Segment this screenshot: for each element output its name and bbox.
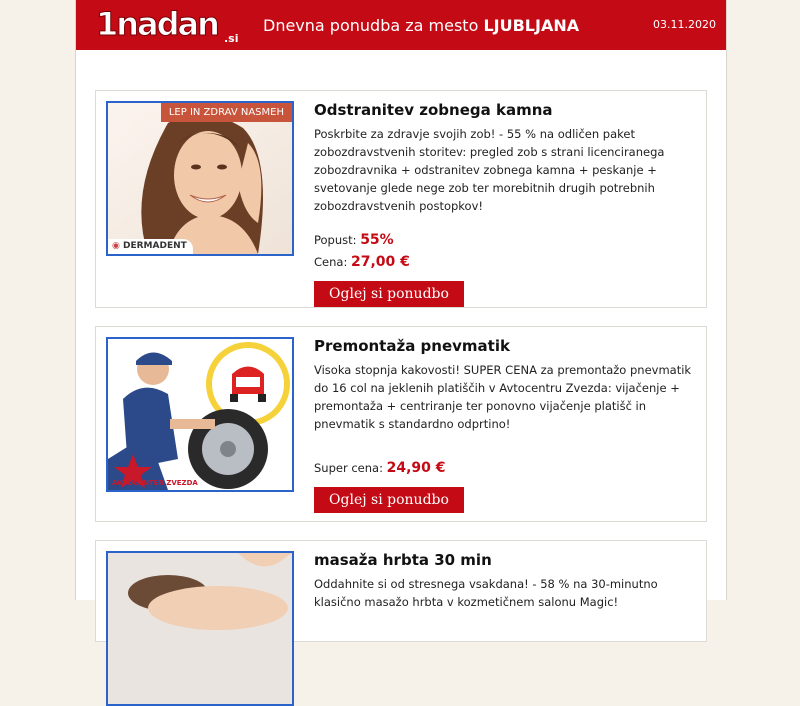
header-title: Dnevna ponudba za mesto LJUBLJANA: [263, 16, 579, 35]
offer-title[interactable]: masaža hrbta 30 min: [314, 551, 699, 569]
offer-content: masaža hrbta 30 min Oddahnite si od stre…: [314, 551, 699, 611]
discount-row: Popust: 55%: [314, 229, 699, 251]
view-offer-button[interactable]: Oglej si ponudbo: [314, 281, 464, 307]
price-row: Super cena: 24,90 €: [314, 457, 699, 479]
offer-image[interactable]: AVTOCENTER ZVEZDA: [106, 337, 294, 492]
offer-description: Visoka stopnja kakovosti! SUPER CENA za …: [314, 363, 692, 431]
site-logo[interactable]: 1nadan .si: [96, 6, 246, 46]
offer-title[interactable]: Premontaža pnevmatik: [314, 337, 699, 355]
logo-text: 1nadan: [96, 6, 218, 43]
discount-value: 55%: [360, 232, 394, 248]
offer-image[interactable]: [106, 551, 294, 706]
price-value: 27,00 €: [350, 254, 410, 270]
logo-suffix: .si: [224, 32, 239, 45]
offer-content: Odstranitev zobnega kamna Poskrbite za z…: [314, 101, 699, 307]
back-massage-image: [108, 553, 292, 704]
price-label: Super cena:: [314, 461, 383, 475]
mechanic-tire-image: [108, 339, 292, 490]
woman-smiling-image: [108, 103, 292, 254]
header-city: LJUBLJANA: [483, 16, 580, 35]
discount-label: Popust:: [314, 233, 357, 247]
price-label: Cena:: [314, 255, 348, 269]
brand-icon: ◉: [112, 241, 123, 251]
price-row: Cena: 27,00 €: [314, 251, 699, 273]
image-tag: LEP IN ZDRAV NASMEH: [160, 103, 292, 122]
offer-title[interactable]: Odstranitev zobnega kamna: [314, 101, 699, 119]
offer-content: Premontaža pnevmatik Visoka stopnja kako…: [314, 337, 699, 513]
offer-description: Oddahnite si od stresnega vsakdana! - 58…: [314, 577, 658, 609]
view-offer-button[interactable]: Oglej si ponudbo: [314, 487, 464, 513]
header-bar: 1nadan .si Dnevna ponudba za mesto LJUBL…: [76, 0, 726, 50]
price-value: 24,90 €: [386, 460, 446, 476]
image-brand: AVTOCENTER ZVEZDA: [112, 479, 198, 487]
header-title-prefix: Dnevna ponudba za mesto: [263, 16, 479, 35]
header-date: 03.11.2020: [653, 18, 716, 31]
image-brand-label: DERMADENT: [123, 241, 187, 251]
newsletter-page: 1nadan .si Dnevna ponudba za mesto LJUBL…: [75, 0, 727, 706]
offer-card: AVTOCENTER ZVEZDA Premontaža pnevmatik V…: [95, 326, 707, 522]
offer-card: LEP IN ZDRAV NASMEH ◉ DERMADENT Odstrani…: [95, 90, 707, 308]
offer-card: masaža hrbta 30 min Oddahnite si od stre…: [95, 540, 707, 706]
image-brand: ◉ DERMADENT: [108, 239, 193, 254]
offer-description: Poskrbite za zdravje svojih zob! - 55 % …: [314, 127, 665, 213]
offer-image[interactable]: LEP IN ZDRAV NASMEH ◉ DERMADENT: [106, 101, 294, 256]
